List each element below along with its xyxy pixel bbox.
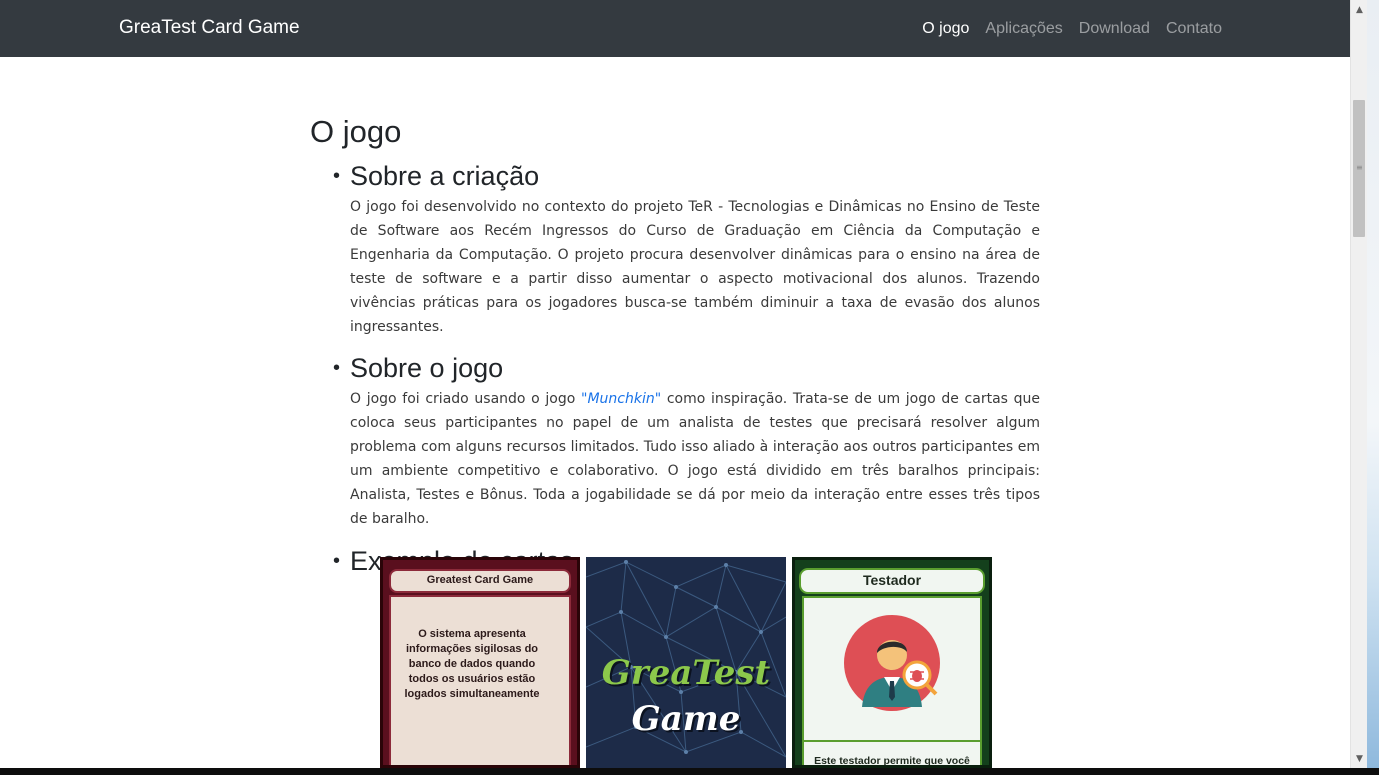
card-text: O sistema apresenta informações sigilosa… <box>404 628 540 700</box>
vertical-scrollbar[interactable]: ▲ ≡ ▼ <box>1350 0 1367 768</box>
section-sobre-criacao: Sobre a criação O jogo foi desenvolvido … <box>333 158 1040 339</box>
main-content: O jogo Sobre a criação O jogo foi desenv… <box>310 112 1040 579</box>
text-after-link: como inspiração. Trata-se de um jogo de … <box>350 391 1040 527</box>
card-logo-line2: Game <box>631 699 741 739</box>
user-bug-icon <box>844 615 940 711</box>
taskbar-edge <box>0 768 1379 775</box>
grip-icon: ≡ <box>1356 163 1363 172</box>
card-header: Greatest Card Game <box>389 569 571 593</box>
section-text: O jogo foi desenvolvido no contexto do p… <box>350 199 1040 335</box>
text-before-link: O jogo foi criado usando o jogo <box>350 391 581 407</box>
scroll-up-icon[interactable]: ▲ <box>1351 2 1368 19</box>
nav-link-o-jogo[interactable]: O jogo <box>922 20 969 38</box>
nav-links: O jogo Aplicações Download Contato <box>922 20 1222 38</box>
card-back: GreaTest Game <box>586 557 786 768</box>
section-text: O jogo foi criado usando o jogo "Munchki… <box>350 387 1040 531</box>
card-text: Este testador permite que você <box>814 755 970 767</box>
scroll-thumb[interactable]: ≡ <box>1353 100 1365 237</box>
card-tester: Testador Este testador permite que você <box>792 557 992 768</box>
desktop-background <box>1367 0 1379 768</box>
scroll-down-icon[interactable]: ▼ <box>1351 751 1368 768</box>
card-gallery: Greatest Card Game O sistema apresenta i… <box>380 557 992 768</box>
section-title: Sobre a criação <box>333 158 1040 194</box>
section-title: Sobre o jogo <box>333 350 1040 386</box>
nav-link-aplicacoes[interactable]: Aplicações <box>985 20 1062 38</box>
card-header: Testador <box>799 568 985 594</box>
munchkin-link[interactable]: "Munchkin" <box>581 391 661 407</box>
navbar-brand[interactable]: GreaTest Card Game <box>119 17 300 39</box>
card-problem: Greatest Card Game O sistema apresenta i… <box>380 557 580 768</box>
nav-link-download[interactable]: Download <box>1079 20 1150 38</box>
navbar: GreaTest Card Game O jogo Aplicações Dow… <box>0 0 1350 57</box>
section-sobre-jogo: Sobre o jogo O jogo foi criado usando o … <box>333 350 1040 531</box>
card-body <box>802 596 982 762</box>
nav-link-contato[interactable]: Contato <box>1166 20 1222 38</box>
page-title: O jogo <box>310 114 402 149</box>
card-logo-line1: GreaTest <box>601 653 771 693</box>
